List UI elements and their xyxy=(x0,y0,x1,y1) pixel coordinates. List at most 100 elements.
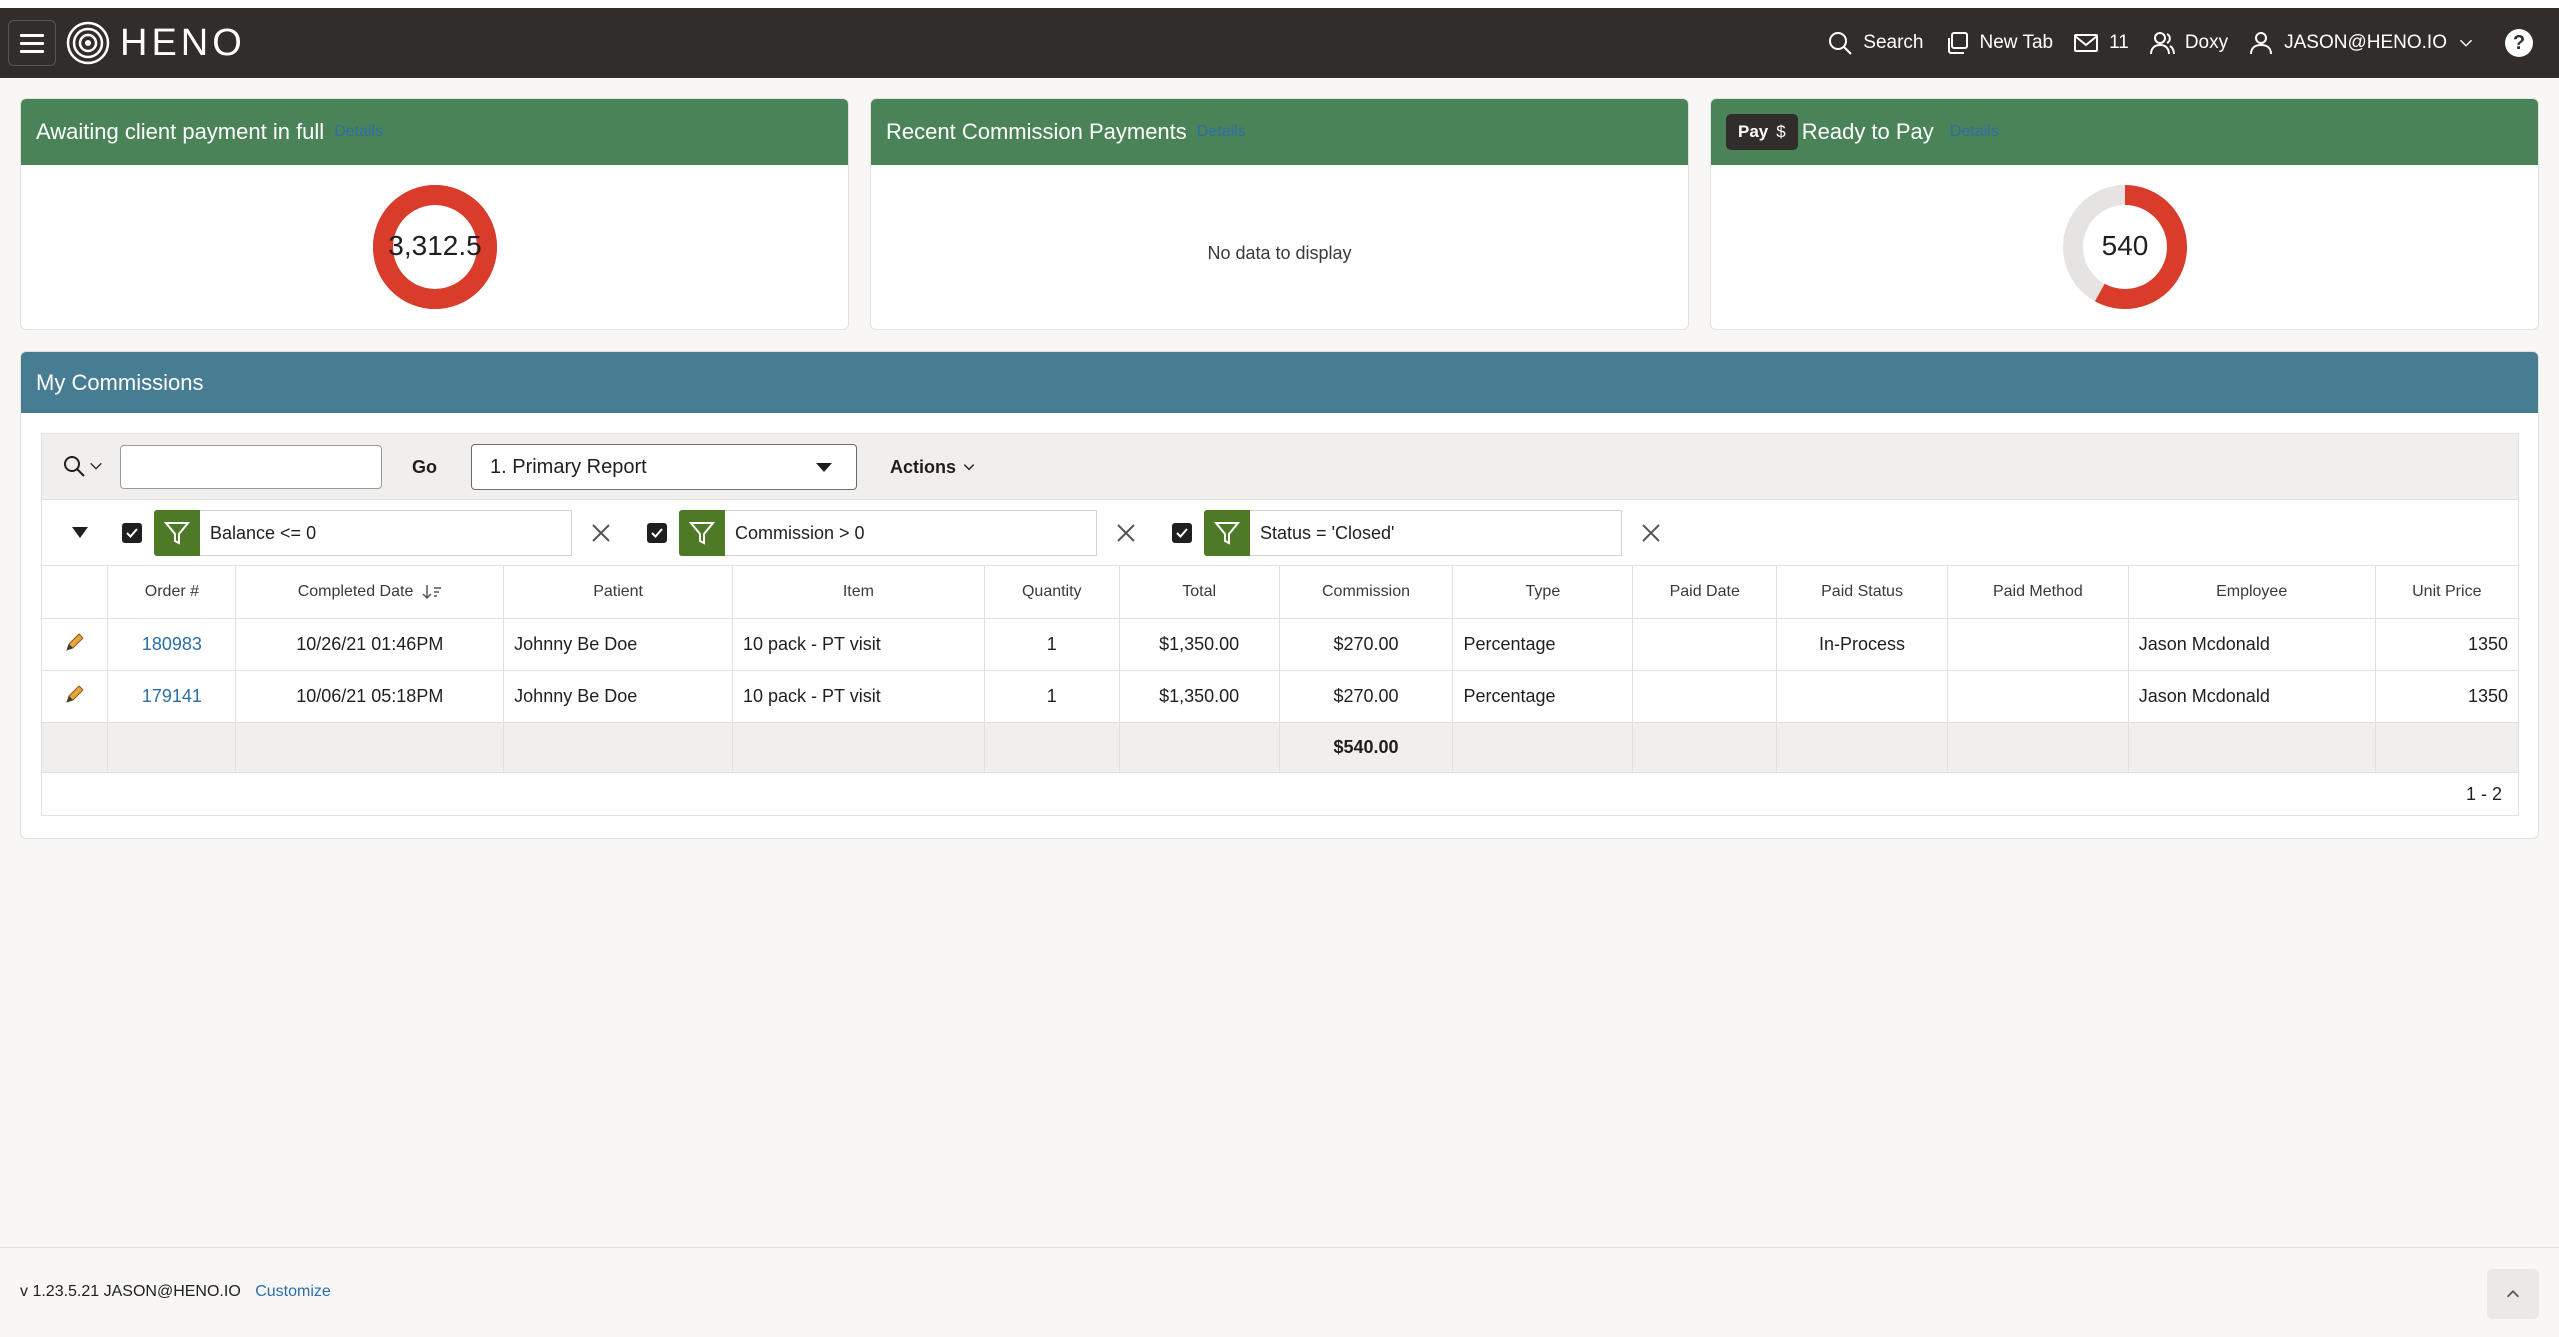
column-header[interactable]: Commission xyxy=(1279,566,1454,619)
go-button[interactable]: Go xyxy=(400,445,449,489)
employee-cell: Jason Mcdonald xyxy=(2128,618,2376,671)
card-header: Awaiting client payment in full Details xyxy=(21,99,848,165)
user-menu-button[interactable]: JASON@HENO.IO xyxy=(2238,8,2485,78)
report-search-input[interactable] xyxy=(120,445,382,489)
filter-expression[interactable]: Balance <= 0 xyxy=(200,510,572,556)
paid-date-cell xyxy=(1632,618,1778,671)
empty-cell xyxy=(1776,722,1948,773)
column-header-completed-date[interactable]: Completed Date xyxy=(235,566,505,619)
my-commissions-region: My Commissions Go 1. Primary Report Acti… xyxy=(20,351,2539,839)
employee-cell: Jason Mcdonald xyxy=(2128,670,2376,723)
mail-count: 11 xyxy=(2109,32,2129,53)
column-header[interactable]: Quantity xyxy=(984,566,1120,619)
filter-expression[interactable]: Status = 'Closed' xyxy=(1250,510,1622,556)
recent-commission-payments-card: Recent Commission Payments Details No da… xyxy=(870,98,1689,330)
doxy-button[interactable]: Doxy xyxy=(2139,8,2238,78)
new-tab-button[interactable]: New Tab xyxy=(1934,8,2064,78)
order-link[interactable]: 179141 xyxy=(142,686,202,706)
type-cell: Percentage xyxy=(1452,670,1634,723)
app-logo[interactable]: HENO xyxy=(66,20,246,66)
card-header: Recent Commission Payments Details xyxy=(871,99,1688,165)
filter-checkbox[interactable] xyxy=(647,523,667,543)
pay-button[interactable]: Pay $ xyxy=(1726,114,1798,150)
filter-checkbox[interactable] xyxy=(122,523,142,543)
user-icon xyxy=(2250,32,2273,55)
card-title: Recent Commission Payments xyxy=(886,119,1187,144)
filter-icon xyxy=(679,510,725,556)
patient-cell: Johnny Be Doe xyxy=(503,618,734,671)
empty-cell xyxy=(2375,722,2518,773)
filter-expression[interactable]: Commission > 0 xyxy=(725,510,1097,556)
close-icon[interactable] xyxy=(1115,522,1137,544)
paid-status-cell xyxy=(1776,670,1948,723)
details-link[interactable]: Details xyxy=(1197,123,1246,141)
column-header[interactable]: Paid Status xyxy=(1776,566,1948,619)
empty-cell xyxy=(1632,722,1778,773)
paid-status-cell: In-Process xyxy=(1776,618,1948,671)
details-link[interactable]: Details xyxy=(1950,123,1999,141)
column-header[interactable]: Unit Price xyxy=(2375,566,2518,619)
column-header[interactable]: Paid Date xyxy=(1632,566,1778,619)
filter-icon xyxy=(1204,510,1250,556)
column-header[interactable]: Total xyxy=(1119,566,1280,619)
collapse-filters-icon[interactable] xyxy=(72,527,88,538)
total-row: $540.00 xyxy=(42,722,2518,773)
menu-line xyxy=(20,33,44,37)
empty-cell xyxy=(1119,722,1280,773)
order-cell: 179141 xyxy=(107,670,237,723)
column-header[interactable]: Employee xyxy=(2128,566,2376,619)
pencil-icon[interactable] xyxy=(64,631,86,653)
filter-checkbox[interactable] xyxy=(1172,523,1192,543)
completed-date-cell: 10/26/21 01:46PM xyxy=(235,618,505,671)
empty-cell xyxy=(2128,722,2376,773)
column-header[interactable]: Order # xyxy=(107,566,237,619)
total-cell: $1,350.00 xyxy=(1119,618,1280,671)
copy-icon xyxy=(1947,32,1968,54)
footer: v 1.23.5.21 JASON@HENO.IO Customize xyxy=(0,1247,2559,1337)
logo-text: HENO xyxy=(120,21,246,64)
ready-to-pay-card: Pay $ Ready to Pay Details 540 xyxy=(1710,98,2539,330)
user-label: JASON@HENO.IO xyxy=(2284,32,2447,53)
card-title: Awaiting client payment in full xyxy=(36,119,325,144)
chevron-down-icon xyxy=(963,464,975,471)
details-link[interactable]: Details xyxy=(334,123,383,141)
commission-cell: $270.00 xyxy=(1279,670,1454,723)
item-cell: 10 pack - PT visit xyxy=(732,618,985,671)
empty-cell xyxy=(1947,722,2129,773)
empty-cell xyxy=(107,722,237,773)
column-header-edit xyxy=(42,566,109,619)
customize-link[interactable]: Customize xyxy=(255,1283,331,1300)
search-column-menu[interactable] xyxy=(62,454,104,478)
scroll-to-top-button[interactable] xyxy=(2487,1269,2539,1319)
card-title: Ready to Pay xyxy=(1801,119,1934,144)
order-link[interactable]: 180983 xyxy=(142,634,202,654)
report-select[interactable]: 1. Primary Report xyxy=(471,444,857,490)
mail-button[interactable]: 11 xyxy=(2063,8,2139,78)
commissions-table: Order # Completed Date Patient Item Quan… xyxy=(42,566,2518,773)
search-nav-button[interactable]: Search xyxy=(1817,8,1933,78)
type-cell: Percentage xyxy=(1452,618,1634,671)
help-icon: ? xyxy=(2512,31,2526,54)
empty-cell xyxy=(732,722,985,773)
donut-value: 3,312.5 xyxy=(388,230,482,261)
pencil-icon[interactable] xyxy=(64,683,86,705)
column-header[interactable]: Item xyxy=(732,566,985,619)
column-header[interactable]: Type xyxy=(1452,566,1634,619)
search-icon xyxy=(64,456,85,477)
patient-cell: Johnny Be Doe xyxy=(503,670,734,723)
close-icon[interactable] xyxy=(1640,522,1662,544)
report-select-value: 1. Primary Report xyxy=(490,455,647,478)
hamburger-menu-button[interactable] xyxy=(8,20,56,66)
column-header[interactable]: Patient xyxy=(503,566,734,619)
column-header[interactable]: Paid Method xyxy=(1947,566,2129,619)
actions-menu-button[interactable]: Actions xyxy=(890,445,976,489)
donut-value: 540 xyxy=(2101,230,2149,261)
close-icon[interactable] xyxy=(590,522,612,544)
filter-row: Balance <= 0 Commission > 0 Status = 'Cl… xyxy=(42,500,2518,566)
total-cell: $1,350.00 xyxy=(1119,670,1280,723)
chevron-down-icon xyxy=(2459,39,2473,47)
column-header-label: Completed Date xyxy=(297,582,414,600)
empty-cell xyxy=(503,722,734,773)
paid-date-cell xyxy=(1632,670,1778,723)
help-button[interactable]: ? xyxy=(2505,29,2533,57)
